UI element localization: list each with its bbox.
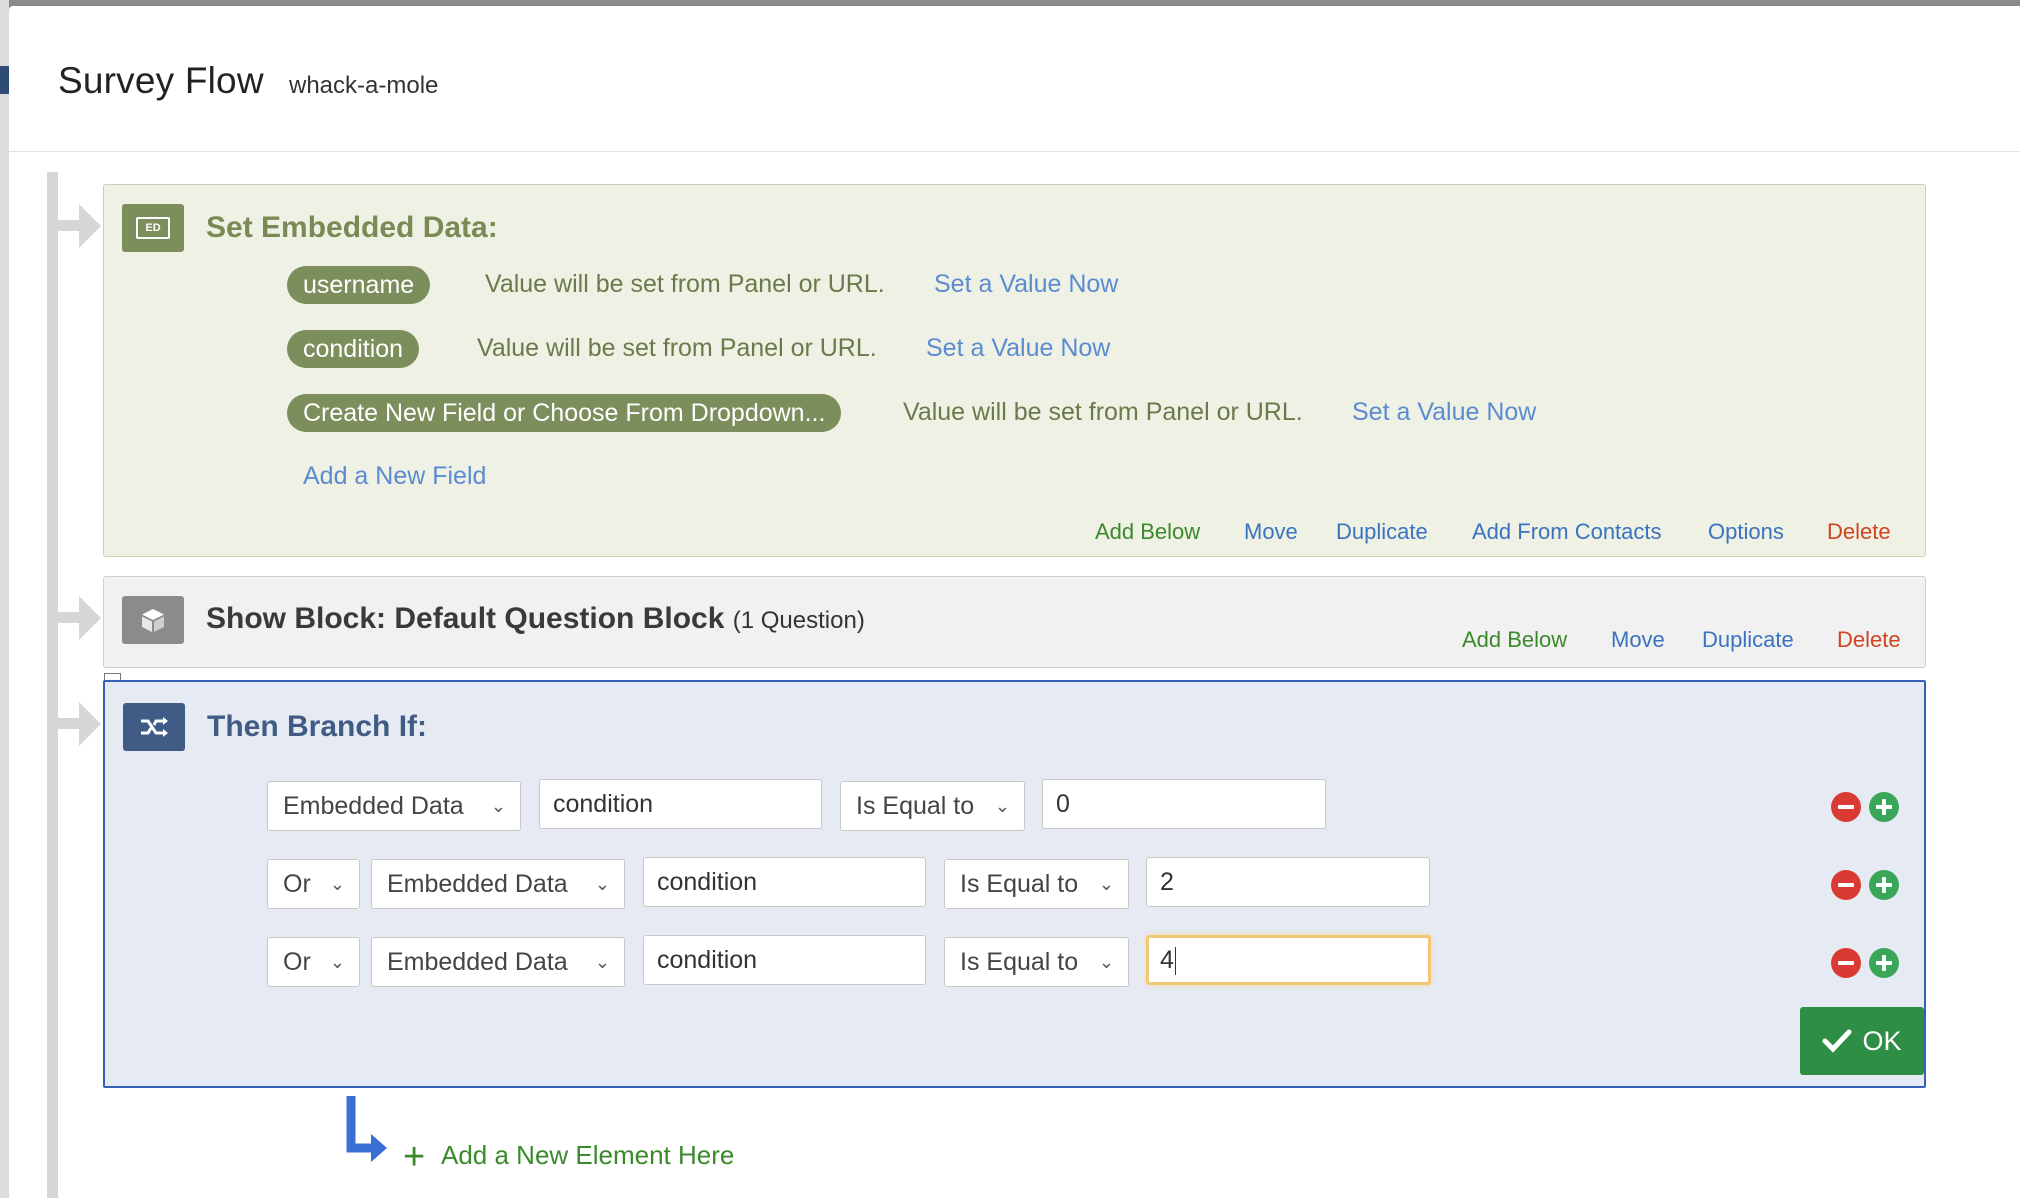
chevron-down-icon: ⌄ xyxy=(994,796,1010,816)
plus-icon: + xyxy=(403,1136,426,1178)
embedded-data-title: Set Embedded Data: xyxy=(206,211,498,244)
field-value-text: Value will be set from Panel or URL. xyxy=(477,334,877,362)
remove-condition-button[interactable] xyxy=(1831,870,1861,900)
flow-arrow-icon xyxy=(49,596,101,640)
field-pill-username[interactable]: username xyxy=(287,266,431,304)
condition-value-input[interactable]: 0 xyxy=(1042,779,1326,829)
background-nav-tab xyxy=(0,66,9,94)
survey-flow-modal: Survey Flow whack-a-mole ED Set Embedded… xyxy=(9,6,2020,1198)
chevron-down-icon: ⌄ xyxy=(594,952,610,972)
branch-element[interactable]: Then Branch If: Embedded Data ⌄ condition… xyxy=(103,680,1926,1088)
duplicate-button[interactable]: Duplicate xyxy=(1702,627,1794,653)
conjunction-select[interactable]: Or ⌄ xyxy=(267,859,360,909)
condition-type-select[interactable]: Embedded Data ⌄ xyxy=(371,937,625,987)
field-pill-condition[interactable]: condition xyxy=(287,330,420,368)
condition-field-input[interactable]: condition xyxy=(643,935,926,985)
remove-condition-button[interactable] xyxy=(1831,792,1861,822)
branch-title: Then Branch If: xyxy=(207,710,428,743)
operator-select[interactable]: Is Equal to ⌄ xyxy=(840,781,1025,831)
flow-rail xyxy=(47,172,58,1198)
set-value-link[interactable]: Set a Value Now xyxy=(934,270,1118,299)
add-from-contacts-button[interactable]: Add From Contacts xyxy=(1472,519,1662,545)
show-block-title: Show Block: Default Question Block (1 Qu… xyxy=(206,602,865,635)
branch-icon xyxy=(123,703,185,751)
flow-arrow-icon xyxy=(49,204,101,248)
add-below-button[interactable]: Add Below xyxy=(1462,627,1567,653)
condition-value-input[interactable]: 2 xyxy=(1146,857,1430,907)
add-condition-button[interactable] xyxy=(1869,792,1899,822)
field-value-text: Value will be set from Panel or URL. xyxy=(485,270,885,298)
condition-field-input[interactable]: condition xyxy=(643,857,926,907)
chevron-down-icon: ⌄ xyxy=(329,874,345,894)
chevron-down-icon: ⌄ xyxy=(329,952,345,972)
chevron-down-icon: ⌄ xyxy=(1098,952,1114,972)
chevron-down-icon: ⌄ xyxy=(1098,874,1114,894)
field-pill-new-field-dropdown[interactable]: Create New Field or Choose From Dropdown… xyxy=(287,394,842,432)
branch-down-arrow-icon xyxy=(346,1096,387,1162)
condition-value-input-focused[interactable]: 4 xyxy=(1146,935,1431,985)
set-value-link[interactable]: Set a Value Now xyxy=(1352,398,1536,427)
ok-button[interactable]: OK xyxy=(1800,1007,1924,1075)
remove-condition-button[interactable] xyxy=(1831,948,1861,978)
chevron-down-icon: ⌄ xyxy=(490,796,506,816)
operator-select[interactable]: Is Equal to ⌄ xyxy=(944,859,1129,909)
conjunction-select[interactable]: Or ⌄ xyxy=(267,937,360,987)
question-count: (1 Question) xyxy=(732,607,865,634)
chevron-down-icon: ⌄ xyxy=(594,874,610,894)
page-title: Survey Flow xyxy=(58,60,264,101)
duplicate-button[interactable]: Duplicate xyxy=(1336,519,1428,545)
embedded-data-element[interactable]: ED Set Embedded Data: username Value wil… xyxy=(103,184,1926,557)
modal-header: Survey Flow whack-a-mole xyxy=(9,6,2020,152)
add-condition-button[interactable] xyxy=(1869,948,1899,978)
block-cube-icon xyxy=(122,596,184,644)
options-button[interactable]: Options xyxy=(1708,519,1784,545)
operator-select[interactable]: Is Equal to ⌄ xyxy=(944,937,1129,987)
condition-type-select[interactable]: Embedded Data ⌄ xyxy=(267,781,521,831)
condition-type-select[interactable]: Embedded Data ⌄ xyxy=(371,859,625,909)
field-value-text: Value will be set from Panel or URL. xyxy=(903,398,1303,426)
delete-button[interactable]: Delete xyxy=(1827,519,1891,545)
add-condition-button[interactable] xyxy=(1869,870,1899,900)
show-block-element[interactable]: Show Block: Default Question Block (1 Qu… xyxy=(103,576,1926,668)
survey-name: whack-a-mole xyxy=(289,72,439,99)
delete-button[interactable]: Delete xyxy=(1837,627,1901,653)
add-new-field-link[interactable]: Add a New Field xyxy=(303,462,486,491)
embedded-data-icon: ED xyxy=(122,204,184,252)
move-button[interactable]: Move xyxy=(1611,627,1665,653)
add-new-element-link[interactable]: + Add a New Element Here xyxy=(339,1096,759,1176)
condition-field-input[interactable]: condition xyxy=(539,779,822,829)
set-value-link[interactable]: Set a Value Now xyxy=(926,334,1110,363)
move-button[interactable]: Move xyxy=(1244,519,1298,545)
flow-arrow-icon xyxy=(49,702,101,746)
text-caret xyxy=(1174,947,1176,976)
add-below-button[interactable]: Add Below xyxy=(1095,519,1200,545)
checkmark-icon xyxy=(1822,1029,1852,1053)
background-page-edge xyxy=(0,0,9,1198)
